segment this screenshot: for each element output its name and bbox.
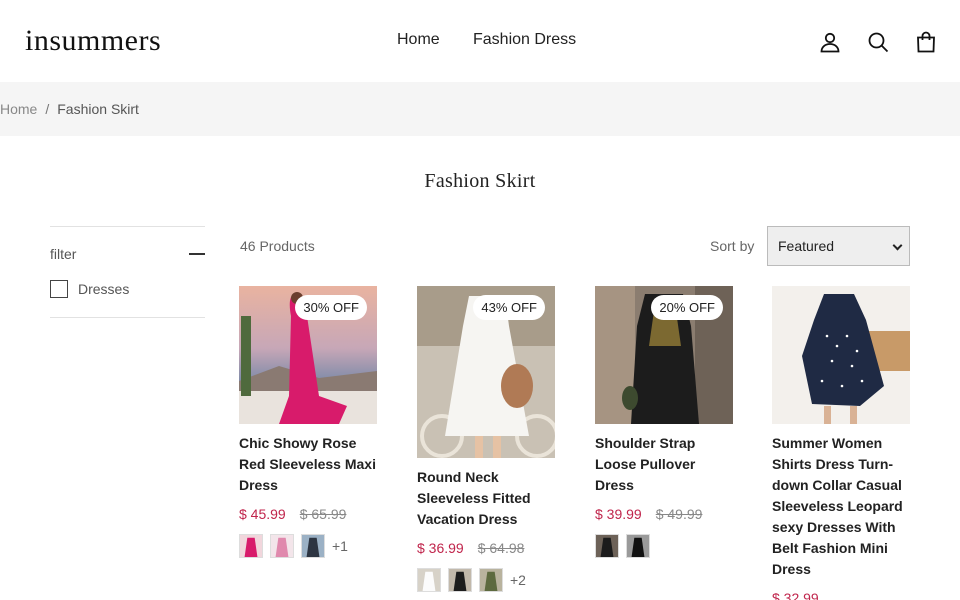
color-swatch[interactable] — [479, 568, 503, 592]
discount-badge: 30% OFF — [295, 295, 367, 320]
sale-price: $ 45.99 — [239, 506, 286, 522]
original-price: $ 64.98 — [477, 540, 525, 556]
more-colors-count[interactable]: +1 — [332, 538, 348, 554]
breadcrumb-separator: / — [45, 101, 50, 117]
user-icon[interactable] — [818, 30, 842, 54]
product-title[interactable]: Shoulder Strap Loose Pullover Dress — [595, 433, 733, 496]
product-prices: $ 45.99 $ 65.99 — [239, 506, 377, 522]
sort-select[interactable]: Featured — [767, 226, 910, 266]
original-price: $ 49.99 — [655, 506, 703, 522]
nav-fashion-dress-link[interactable]: Fashion Dress — [473, 31, 576, 49]
sale-price: $ 36.99 — [417, 540, 464, 556]
sort-selected-value: Featured — [778, 238, 835, 254]
color-swatches: +2 — [417, 568, 555, 592]
color-swatches — [595, 534, 733, 558]
color-swatch[interactable] — [239, 534, 263, 558]
breadcrumb: Home / Fashion Skirt — [0, 101, 139, 117]
product-image[interactable]: 20% OFF — [595, 286, 733, 424]
product-card: Summer Women Shirts Dress Turn-down Coll… — [772, 286, 910, 600]
discount-badge: 20% OFF — [651, 295, 723, 320]
color-swatch[interactable] — [448, 568, 472, 592]
product-prices: $ 36.99 $ 64.98 — [417, 540, 555, 556]
product-count: 46 Products — [240, 238, 315, 254]
color-swatch[interactable] — [417, 568, 441, 592]
collapse-minus-icon[interactable] — [189, 253, 205, 255]
color-swatch[interactable] — [595, 534, 619, 558]
color-swatches: +1 — [239, 534, 377, 558]
discount-badge: 43% OFF — [473, 295, 545, 320]
product-image[interactable] — [772, 286, 910, 424]
product-title[interactable]: Round Neck Sleeveless Fitted Vacation Dr… — [417, 467, 555, 530]
product-image[interactable]: 30% OFF — [239, 286, 377, 424]
color-swatch[interactable] — [301, 534, 325, 558]
product-card: 43% OFF Round Neck Sleeveless Fitted Vac… — [417, 286, 555, 592]
more-colors-count[interactable]: +2 — [510, 572, 526, 588]
product-title[interactable]: Summer Women Shirts Dress Turn-down Coll… — [772, 433, 910, 580]
sale-price: $ 32.99 — [772, 590, 819, 600]
site-header: insummers Home Fashion Dress — [0, 0, 960, 82]
breadcrumb-current: Fashion Skirt — [57, 101, 139, 117]
product-card: 30% OFF Chic Showy Rose Red Sleeveless M… — [239, 286, 377, 558]
product-card: 20% OFF Shoulder Strap Loose Pullover Dr… — [595, 286, 733, 558]
sort-label: Sort by — [710, 238, 755, 254]
breadcrumb-home-link[interactable]: Home — [0, 101, 37, 117]
filter-checkbox[interactable] — [50, 280, 68, 298]
sale-price: $ 39.99 — [595, 506, 642, 522]
product-title[interactable]: Chic Showy Rose Red Sleeveless Maxi Dres… — [239, 433, 377, 496]
filter-option-dresses[interactable]: Dresses — [50, 280, 129, 298]
color-swatch[interactable] — [270, 534, 294, 558]
page-title: Fashion Skirt — [424, 170, 536, 192]
breadcrumb-bar: Home / Fashion Skirt — [0, 82, 960, 136]
color-swatch[interactable] — [626, 534, 650, 558]
filter-option-label: Dresses — [78, 281, 130, 297]
product-prices: $ 32.99 — [772, 590, 910, 600]
cart-bag-icon[interactable] — [914, 30, 938, 54]
original-price: $ 65.99 — [299, 506, 347, 522]
chevron-down-icon — [892, 240, 903, 251]
product-prices: $ 39.99 $ 49.99 — [595, 506, 733, 522]
filter-panel: filter Dresses — [50, 226, 205, 318]
nav-home-link[interactable]: Home — [397, 31, 440, 49]
filter-title[interactable]: filter — [50, 246, 76, 262]
site-logo[interactable]: insummers — [25, 24, 161, 58]
search-icon[interactable] — [866, 30, 890, 54]
product-image[interactable]: 43% OFF — [417, 286, 555, 458]
